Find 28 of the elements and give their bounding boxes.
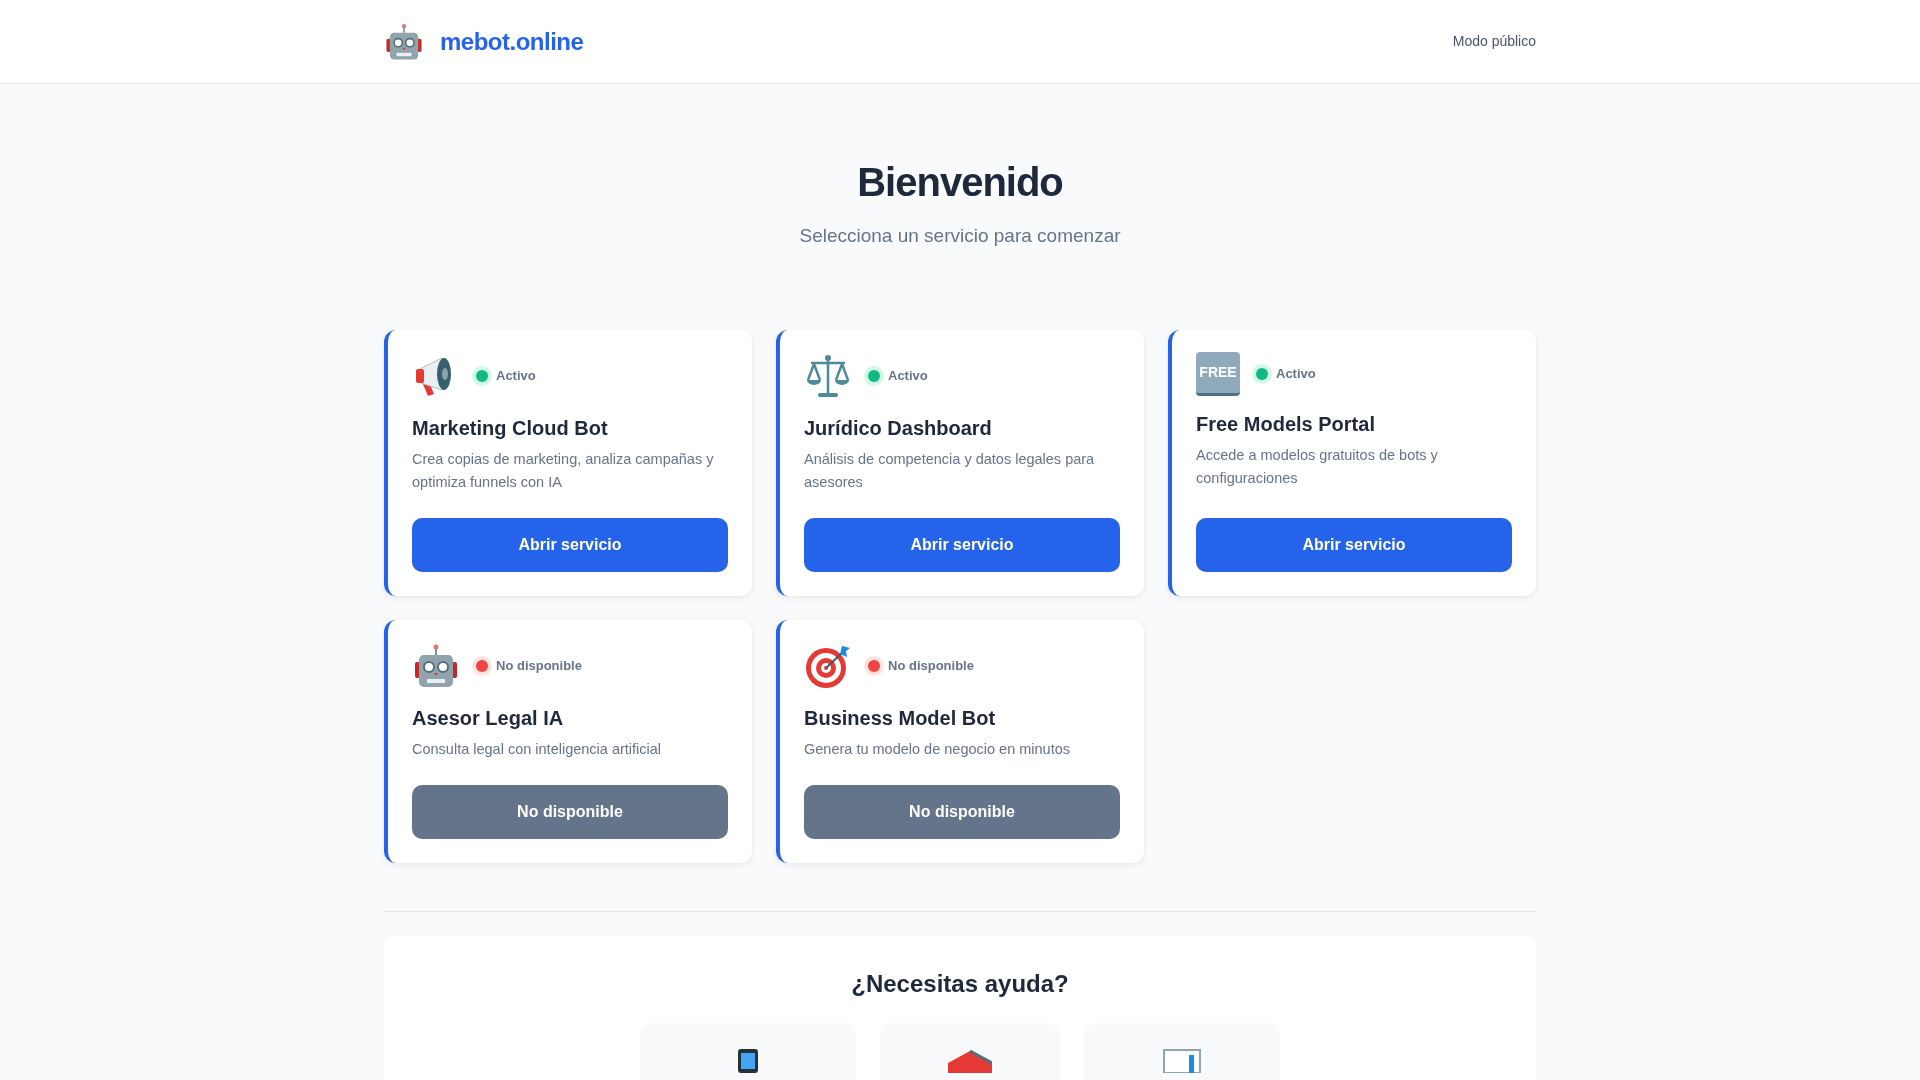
service-description: Consulta legal con inteligencia artificial xyxy=(412,739,663,759)
service-description: Accede a modelos gratuitos de bots y configuraciones xyxy=(1196,445,1439,488)
service-description: Genera tu modelo de negocio en minutos xyxy=(804,739,1071,759)
book-icon xyxy=(948,1048,992,1073)
service-description: Crea copias de marketing, analiza campañas y optimiza funnels con IA xyxy=(412,449,715,492)
service-title: Marketing Cloud Bot xyxy=(412,415,609,440)
phone-icon xyxy=(737,1048,759,1073)
status-label: Activo xyxy=(496,366,536,385)
help-title: ¿Necesitas ayuda? xyxy=(850,970,1070,999)
brand-name[interactable]: mebot.online xyxy=(440,23,584,60)
status-label: No disponible xyxy=(888,657,974,676)
service-title: Business Model Bot xyxy=(804,705,997,730)
robot-icon xyxy=(384,21,424,62)
mode-link[interactable]: Modo público xyxy=(1452,31,1536,52)
service-button[interactable]: Abrir servicio xyxy=(412,517,728,572)
page-title: Bienvenido xyxy=(856,159,1064,206)
chart-icon xyxy=(1163,1048,1201,1073)
page-subtitle: Selecciona un servicio para comenzar xyxy=(798,224,1122,248)
status-label: Activo xyxy=(888,366,928,385)
service-title: Jurídico Dashboard xyxy=(804,415,993,440)
status-label: No disponible xyxy=(496,657,582,676)
service-button[interactable]: Abrir servicio xyxy=(804,517,1120,572)
service-title: Asesor Legal IA xyxy=(412,705,565,730)
service-title: Free Models Portal xyxy=(1196,411,1376,436)
service-description: Análisis de competencia y datos legales para asesores xyxy=(804,449,1096,492)
free-badge-icon: FREE xyxy=(1196,351,1240,396)
status-label: Activo xyxy=(1276,364,1316,383)
service-button[interactable]: Abrir servicio xyxy=(1196,517,1512,572)
